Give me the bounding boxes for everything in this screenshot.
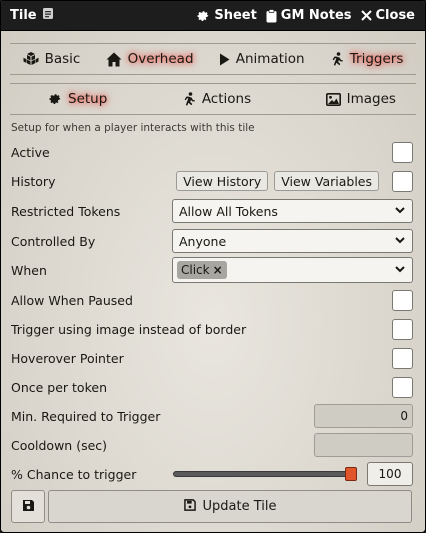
tab-overhead[interactable]: Overhead bbox=[100, 49, 200, 69]
window-title: Tile bbox=[10, 7, 54, 24]
tab-images[interactable]: Images bbox=[320, 89, 402, 109]
view-history-button[interactable]: View History bbox=[176, 171, 269, 191]
cubes-icon bbox=[23, 52, 39, 66]
active-label: Active bbox=[11, 144, 50, 160]
field-allow-when-paused: Allow When Paused bbox=[11, 289, 413, 311]
field-controlled-by: Controlled By Anyone bbox=[11, 229, 413, 253]
controlled-by-select[interactable]: Anyone bbox=[172, 229, 413, 253]
when-chip-click: Click × bbox=[177, 261, 227, 279]
field-trigger-using-image: Trigger using image instead of border bbox=[11, 318, 413, 340]
document-id-icon[interactable] bbox=[42, 7, 54, 24]
sheet-label: Sheet bbox=[214, 8, 257, 23]
chevron-down-icon bbox=[394, 234, 406, 249]
field-hoverover-pointer: Hoverover Pointer bbox=[11, 347, 413, 369]
home-icon bbox=[106, 52, 122, 67]
field-chance: % Chance to trigger 100 bbox=[11, 462, 413, 486]
min-required-input[interactable]: 0 bbox=[314, 404, 413, 428]
tab-animation-label: Animation bbox=[235, 51, 305, 67]
gm-notes-label: GM Notes bbox=[280, 8, 352, 23]
primary-tab-bar: Basic Overhead Animation Triggers bbox=[10, 43, 416, 75]
clipboard-icon bbox=[266, 8, 277, 23]
controlled-by-label: Controlled By bbox=[11, 233, 96, 249]
floppy-disk-icon bbox=[22, 499, 35, 515]
chance-slider[interactable] bbox=[173, 466, 357, 482]
view-variables-button[interactable]: View Variables bbox=[274, 171, 379, 191]
active-checkbox[interactable] bbox=[392, 141, 413, 163]
restricted-tokens-label: Restricted Tokens bbox=[11, 203, 121, 219]
hoverover-pointer-label: Hoverover Pointer bbox=[11, 350, 124, 366]
field-min-required: Min. Required to Trigger 0 bbox=[11, 403, 413, 429]
tab-setup-label: Setup bbox=[68, 91, 108, 107]
trigger-using-image-label: Trigger using image instead of border bbox=[11, 321, 247, 337]
running-icon bbox=[330, 51, 344, 67]
when-chip-label: Click bbox=[181, 263, 210, 277]
field-restricted-tokens: Restricted Tokens Allow All Tokens bbox=[11, 199, 413, 223]
image-icon bbox=[325, 92, 341, 106]
tab-triggers[interactable]: Triggers bbox=[324, 49, 410, 69]
restricted-tokens-value: Allow All Tokens bbox=[179, 203, 278, 219]
tab-triggers-label: Triggers bbox=[349, 51, 404, 67]
tab-images-label: Images bbox=[346, 91, 396, 107]
once-per-token-label: Once per token bbox=[11, 379, 107, 395]
update-tile-button[interactable]: Update Tile bbox=[48, 490, 412, 523]
close-button[interactable]: Close bbox=[360, 8, 415, 23]
cooldown-input[interactable] bbox=[314, 433, 413, 457]
chip-remove-icon[interactable]: × bbox=[213, 263, 223, 277]
chance-value[interactable]: 100 bbox=[367, 462, 413, 486]
play-icon bbox=[219, 53, 230, 66]
tab-basic-label: Basic bbox=[44, 51, 81, 67]
tile-config-window: Tile Sheet GM Notes Close Basic Overhead… bbox=[0, 0, 426, 533]
when-label: When bbox=[11, 262, 47, 278]
tab-setup[interactable]: Setup bbox=[42, 89, 113, 109]
footer: Update Tile bbox=[11, 490, 412, 523]
field-once-per-token: Once per token bbox=[11, 376, 413, 398]
controlled-by-value: Anyone bbox=[179, 233, 227, 249]
chance-slider-thumb[interactable] bbox=[345, 467, 357, 481]
window-titlebar[interactable]: Tile Sheet GM Notes Close bbox=[1, 1, 425, 31]
tab-actions[interactable]: Actions bbox=[176, 89, 257, 109]
update-tile-label: Update Tile bbox=[202, 499, 277, 514]
once-per-token-checkbox[interactable] bbox=[392, 376, 413, 398]
close-label: Close bbox=[375, 8, 415, 23]
window-title-text: Tile bbox=[10, 8, 37, 23]
close-icon bbox=[360, 10, 372, 21]
allow-when-paused-label: Allow When Paused bbox=[11, 292, 133, 308]
when-multiselect[interactable]: Click × bbox=[172, 257, 413, 283]
allow-when-paused-checkbox[interactable] bbox=[392, 289, 413, 311]
field-history: History View History View Variables bbox=[11, 170, 413, 192]
tab-overhead-label: Overhead bbox=[127, 51, 194, 67]
hoverover-pointer-checkbox[interactable] bbox=[392, 347, 413, 369]
min-required-label: Min. Required to Trigger bbox=[11, 408, 161, 424]
field-when: When Click × bbox=[11, 257, 413, 283]
history-label: History bbox=[11, 173, 56, 189]
sheet-button[interactable]: Sheet bbox=[196, 8, 257, 23]
tab-basic[interactable]: Basic bbox=[17, 49, 87, 69]
cooldown-label: Cooldown (sec) bbox=[11, 437, 108, 453]
restricted-tokens-select[interactable]: Allow All Tokens bbox=[172, 199, 413, 223]
floppy-disk-icon bbox=[183, 498, 196, 515]
chance-slider-track bbox=[173, 471, 354, 477]
running-icon bbox=[182, 91, 196, 107]
chevron-down-icon bbox=[394, 204, 406, 219]
trigger-using-image-checkbox[interactable] bbox=[392, 318, 413, 340]
secondary-tab-bar: Setup Actions Images bbox=[10, 83, 416, 115]
setup-description: Setup for when a player interacts with t… bbox=[11, 122, 255, 134]
gear-icon bbox=[196, 9, 210, 23]
history-checkbox[interactable] bbox=[392, 170, 413, 192]
tab-animation[interactable]: Animation bbox=[213, 49, 311, 69]
gear-icon bbox=[48, 92, 62, 106]
gm-notes-button[interactable]: GM Notes bbox=[266, 8, 352, 23]
field-active: Active bbox=[11, 141, 413, 163]
field-cooldown: Cooldown (sec) bbox=[11, 432, 413, 458]
chevron-down-icon bbox=[394, 263, 406, 278]
save-button[interactable] bbox=[11, 490, 45, 523]
tab-actions-label: Actions bbox=[201, 91, 252, 107]
chance-label: % Chance to trigger bbox=[11, 466, 137, 482]
